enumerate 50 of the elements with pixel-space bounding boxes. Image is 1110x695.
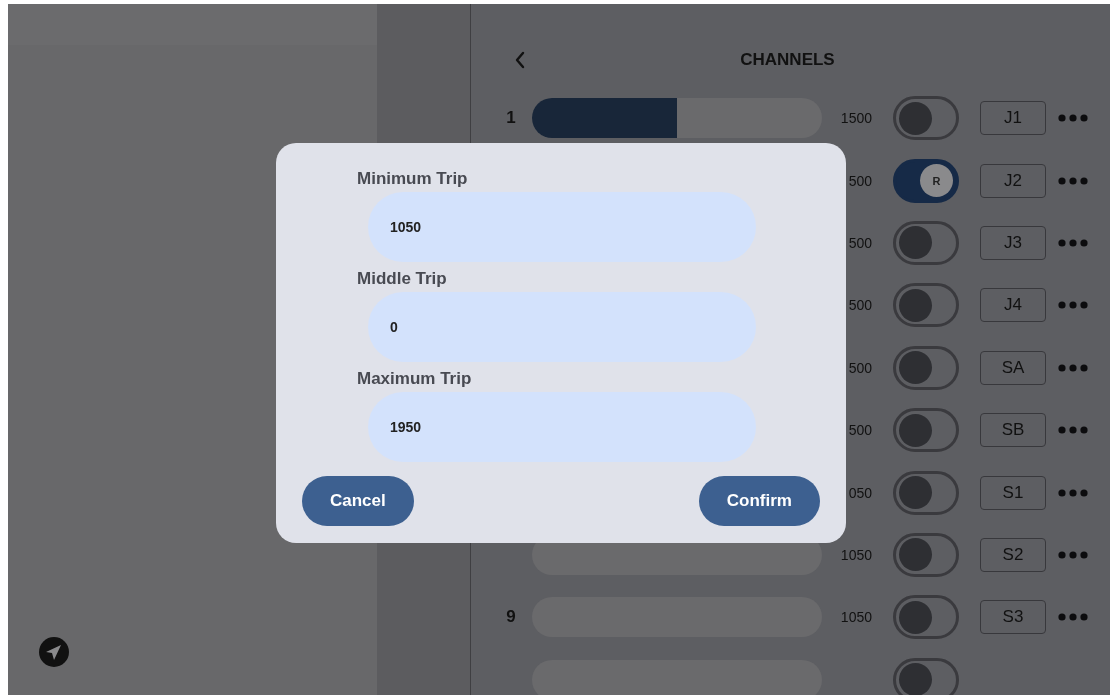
channel-value: 500: [848, 422, 872, 439]
field-label: Maximum Trip: [357, 368, 473, 390]
channel-value: 500: [848, 234, 872, 251]
more-icon[interactable]: [1058, 114, 1088, 123]
more-icon[interactable]: [1058, 363, 1088, 372]
more-icon[interactable]: [1058, 238, 1088, 247]
toggle-switch[interactable]: [893, 595, 959, 640]
channel-label-button[interactable]: J2: [980, 163, 1046, 198]
channel-value: 500: [848, 359, 872, 376]
dialog-button[interactable]: Confirm: [698, 476, 820, 526]
channel-value: 050: [848, 484, 872, 501]
toggle-switch[interactable]: [893, 470, 959, 515]
channel-label-button[interactable]: J1: [980, 101, 1046, 136]
toggle-switch[interactable]: [893, 532, 959, 577]
channel-label-button[interactable]: S1: [980, 475, 1046, 510]
toggle-switch[interactable]: R: [893, 158, 959, 203]
back-icon[interactable]: [514, 51, 526, 69]
toggle-switch[interactable]: [893, 96, 959, 141]
dialog-button[interactable]: Cancel: [302, 476, 414, 526]
channel-label-button[interactable]: S3: [980, 600, 1046, 635]
input-field[interactable]: 0: [368, 292, 756, 362]
channel-value: 500: [848, 297, 872, 314]
page-title: CHANNELS: [740, 49, 835, 71]
channel-label-button[interactable]: J3: [980, 225, 1046, 260]
more-icon[interactable]: [1058, 176, 1088, 185]
channel-value: 500: [848, 172, 872, 189]
channel-label-button[interactable]: SB: [980, 413, 1046, 448]
input-field[interactable]: 1050: [368, 192, 756, 262]
toggle-switch[interactable]: [893, 345, 959, 390]
channel-label-button[interactable]: S2: [980, 537, 1046, 572]
more-icon[interactable]: [1058, 550, 1088, 559]
channel-value: 1500: [840, 110, 872, 127]
toggle-switch[interactable]: [893, 657, 959, 695]
input-field[interactable]: 1950: [368, 392, 756, 462]
field-label: Middle Trip: [357, 268, 448, 290]
toggle-switch[interactable]: [893, 283, 959, 328]
channel-number: 1: [506, 108, 516, 128]
channel-value: 1050: [840, 609, 872, 626]
channel-label-button[interactable]: SA: [980, 350, 1046, 385]
field-label: Minimum Trip: [357, 168, 469, 190]
more-icon[interactable]: [1058, 301, 1088, 310]
more-icon[interactable]: [1058, 488, 1088, 497]
channel-value: 1050: [840, 546, 872, 563]
channel-number: 9: [506, 607, 516, 627]
paper-plane-icon[interactable]: [39, 637, 69, 667]
more-icon[interactable]: [1058, 426, 1088, 435]
channel-label-button[interactable]: J4: [980, 288, 1046, 323]
more-icon[interactable]: [1058, 613, 1088, 622]
toggle-switch[interactable]: [893, 220, 959, 265]
toggle-switch[interactable]: [893, 408, 959, 453]
